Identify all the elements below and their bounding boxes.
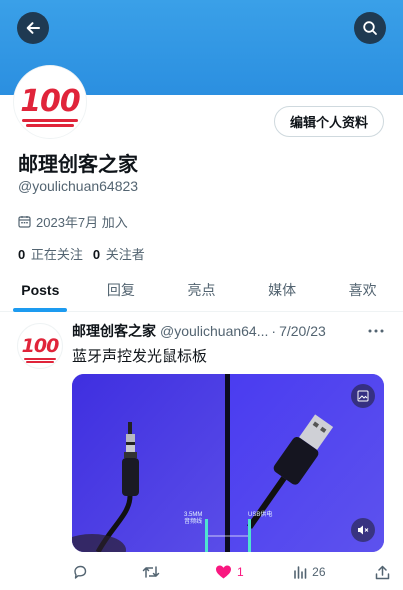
search-button[interactable] [354, 12, 386, 44]
repost-button[interactable] [142, 564, 165, 580]
post-header: 邮理创客之家 @youlichuan64... · 7/20/23 [72, 321, 386, 341]
views-count: 26 [312, 565, 326, 579]
tab-replies[interactable]: 回复 [81, 268, 162, 311]
mute-button[interactable] [351, 518, 375, 542]
views-button[interactable]: 26 [293, 565, 326, 579]
like-button[interactable]: 1 [215, 564, 244, 580]
video-frame [72, 374, 384, 552]
media-badge [351, 384, 375, 408]
post-text: 蓝牙声控发光鼠标板 [72, 348, 208, 365]
tab-posts[interactable]: Posts [0, 268, 81, 311]
search-icon [363, 21, 377, 35]
volume-muted-icon [358, 525, 369, 535]
follow-stats: 0 正在关注 0 关注者 [18, 244, 145, 263]
arrow-left-icon [26, 22, 40, 34]
like-count: 1 [236, 565, 244, 579]
tab-media[interactable]: 媒体 [242, 268, 323, 311]
following-link[interactable]: 0 正在关注 [18, 244, 83, 263]
back-button[interactable] [17, 12, 49, 44]
image-icon [357, 390, 369, 402]
joined-text: 2023年7月 加入 [36, 215, 128, 230]
post-actions: 1 26 [72, 562, 390, 582]
more-horizontal-icon [368, 329, 384, 333]
display-name: 邮理创客之家 [18, 154, 138, 176]
more-options-button[interactable] [368, 320, 384, 338]
caption-audio: 3.5MM 音频线 [184, 512, 203, 526]
heart-filled-icon [215, 565, 231, 579]
caption-usb: USB供电 [248, 512, 273, 518]
post-video[interactable]: 3.5MM 音频线 USB供电 [72, 374, 384, 552]
edit-profile-button[interactable]: 编辑个人资料 [273, 106, 384, 137]
joined-date: 2023年7月 加入 [18, 212, 128, 231]
repost-icon [143, 566, 160, 578]
hundred-points-emoji: 100 [20, 87, 81, 127]
followers-link[interactable]: 0 关注者 [93, 244, 145, 263]
post-separator: · [271, 323, 277, 339]
share-icon [375, 565, 390, 579]
post-handle[interactable]: @youlichuan64... [160, 323, 268, 339]
calendar-icon [18, 216, 31, 228]
post-author[interactable]: 邮理创客之家 [72, 321, 156, 341]
share-button[interactable] [375, 565, 390, 580]
post-avatar[interactable]: 100 [17, 323, 63, 369]
tab-likes[interactable]: 喜欢 [322, 268, 403, 311]
bar-chart-icon [294, 566, 307, 579]
post-item[interactable]: 100 邮理创客之家 @youlichuan64... · 7/20/23 蓝牙… [0, 312, 403, 590]
reply-icon [74, 565, 87, 579]
profile-tabs: Posts 回复 亮点 媒体 喜欢 [0, 268, 403, 312]
post-date[interactable]: 7/20/23 [279, 323, 326, 339]
reply-button[interactable] [72, 564, 93, 580]
profile-handle: @youlichuan64823 [18, 178, 139, 194]
hundred-points-emoji: 100 [22, 336, 59, 363]
tab-highlights[interactable]: 亮点 [161, 268, 242, 311]
profile-avatar[interactable]: 100 [14, 66, 86, 138]
